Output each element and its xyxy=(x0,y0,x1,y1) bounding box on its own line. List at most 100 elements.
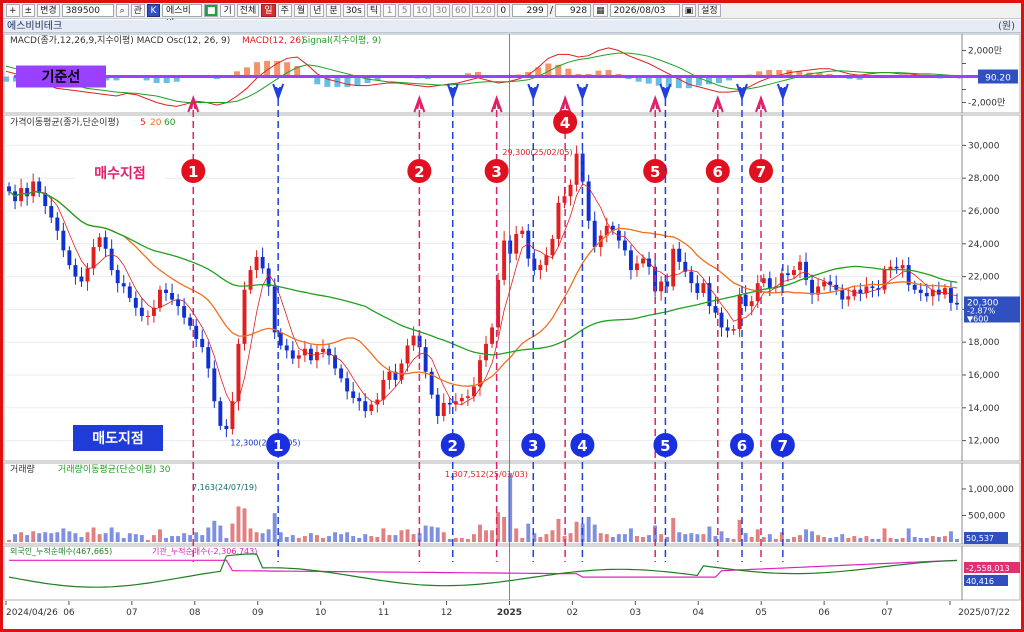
candle-body xyxy=(369,404,374,412)
volume-bar xyxy=(610,537,615,542)
ma20-legend: 20 xyxy=(150,118,162,128)
candle-body xyxy=(182,306,187,318)
candle-body xyxy=(713,306,718,313)
volume-bar xyxy=(272,513,277,542)
candle-body xyxy=(55,217,60,231)
volume-bar xyxy=(526,523,531,542)
volume-bar xyxy=(598,533,603,542)
x-tick-label: 06 xyxy=(818,608,830,618)
buy-label: 매수지점 xyxy=(94,165,146,182)
candle-body xyxy=(441,402,446,416)
volume-bar xyxy=(290,535,295,542)
buy-point-number-7: 7 xyxy=(756,163,766,181)
volume-bar xyxy=(683,534,688,542)
volume-bar xyxy=(182,533,187,542)
volume-bar xyxy=(375,537,380,542)
candle-body xyxy=(731,329,736,331)
volume-bar xyxy=(671,517,676,542)
volume-bar xyxy=(405,529,410,542)
candle-body xyxy=(900,265,905,269)
volume-bar xyxy=(73,533,78,542)
candle-body xyxy=(798,261,802,271)
x-tick-label: 09 xyxy=(252,608,264,618)
volume-bar xyxy=(453,537,458,542)
candle-body xyxy=(212,368,217,402)
volume-bar xyxy=(7,539,11,542)
volume-bar xyxy=(339,534,344,542)
ma60-legend: 60 xyxy=(164,118,176,128)
candle-body xyxy=(755,283,760,302)
candle-body xyxy=(810,279,815,295)
volume-bar xyxy=(496,512,501,542)
buy-point-number-3: 3 xyxy=(491,163,501,181)
volume-bar xyxy=(49,533,54,542)
candle-body xyxy=(677,248,682,262)
chart-svg[interactable]: 30,00028,00026,00024,00022,00020,00018,0… xyxy=(0,0,1024,632)
candle-body xyxy=(260,256,265,269)
volume-bar xyxy=(459,537,464,542)
volume-bar xyxy=(707,526,712,542)
volume-bar xyxy=(942,536,947,542)
candle-body xyxy=(484,343,488,361)
volume-bar xyxy=(538,537,543,542)
candle-body xyxy=(85,268,90,282)
macd-tick-label: -2,000만 xyxy=(968,98,1005,109)
candle-body xyxy=(544,255,549,266)
candle-body xyxy=(170,293,175,300)
volume-bar xyxy=(230,523,235,542)
volume-bar xyxy=(103,533,108,542)
candle-body xyxy=(791,270,796,275)
price-tick-label: 16,000 xyxy=(968,371,1000,381)
volume-bar xyxy=(242,508,247,542)
candle-body xyxy=(314,352,319,361)
volume-bar xyxy=(816,535,821,542)
volume-bar xyxy=(858,537,863,542)
price-tick-label: 22,000 xyxy=(968,273,1000,283)
signal-legend: Signal(지수이평, 9) xyxy=(302,35,381,46)
baseline-label: 기준선 xyxy=(42,70,81,86)
volume-bar xyxy=(791,537,796,542)
volume-bar xyxy=(918,537,923,542)
candle-body xyxy=(447,402,452,405)
macd-osc-bar xyxy=(254,62,261,77)
candle-body xyxy=(502,240,507,280)
volume-bar xyxy=(381,528,386,542)
buy-point-number-2: 2 xyxy=(414,163,424,181)
candle-body xyxy=(133,297,138,308)
volume-bar xyxy=(502,516,507,542)
volume-bar xyxy=(164,537,168,542)
volume-bar xyxy=(894,538,899,542)
volume-bar xyxy=(622,534,627,542)
candle-body xyxy=(840,289,845,300)
x-tick-label: 02 xyxy=(567,608,578,618)
candle-body xyxy=(858,289,863,293)
volume-bar xyxy=(170,536,175,542)
sell-point-number-6: 6 xyxy=(737,437,747,455)
x-tick-label: 06 xyxy=(63,608,75,618)
candle-body xyxy=(278,332,283,346)
sell-point-number-4: 4 xyxy=(577,437,587,455)
candle-body xyxy=(520,230,525,234)
volume-bar xyxy=(393,535,398,542)
candle-body xyxy=(248,270,253,290)
candle-body xyxy=(139,307,144,316)
volume-bar xyxy=(55,532,60,542)
candle-body xyxy=(73,265,78,277)
sell-point-number-7: 7 xyxy=(778,437,788,455)
macd-tick-label: 2,000만 xyxy=(968,46,1002,57)
volume-bar xyxy=(302,536,307,542)
volume-bar xyxy=(260,533,265,542)
volume-bar xyxy=(936,537,941,542)
volume-bar xyxy=(248,528,253,542)
candle-body xyxy=(345,378,350,392)
candle-body xyxy=(749,301,754,307)
volume-bar xyxy=(206,527,211,542)
volume-bar xyxy=(278,532,283,542)
volume-bar xyxy=(109,527,114,542)
volume-bar xyxy=(194,532,199,542)
volume-bar xyxy=(695,534,700,542)
candle-body xyxy=(97,237,102,248)
volume-bar xyxy=(804,529,808,542)
volume-bar xyxy=(363,534,368,542)
volume-bar xyxy=(520,537,525,542)
